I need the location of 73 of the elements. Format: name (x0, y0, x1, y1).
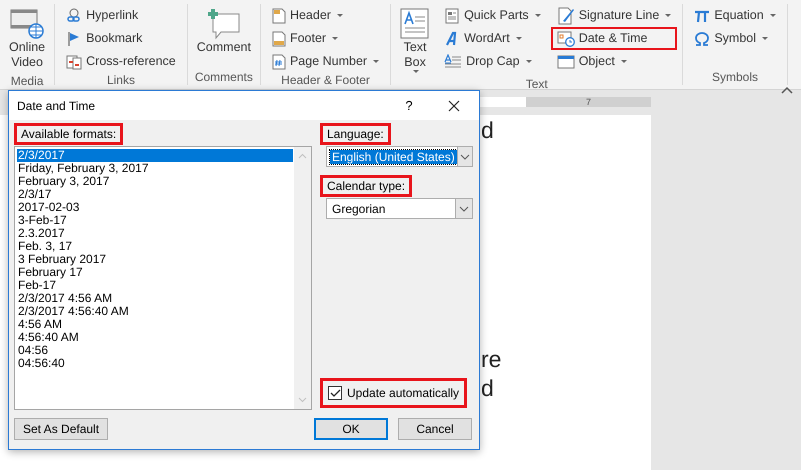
dialog-button[interactable]: Cancel (398, 418, 472, 440)
object-window-icon (556, 54, 575, 70)
list-item[interactable]: 3-Feb-17 (17, 214, 293, 227)
group-label: Text (524, 77, 549, 92)
list-item[interactable]: 2/3/2017 (17, 149, 293, 162)
ribbon-button[interactable]: Quick Parts (438, 4, 547, 27)
dialog-button[interactable]: Set As Default (14, 418, 108, 440)
field-label: Calendar type: (320, 175, 412, 197)
list-item[interactable]: 4:56 AM (17, 318, 293, 331)
field-label: Available formats: (14, 123, 124, 145)
cross-reference-icon (66, 54, 82, 70)
ribbon-button[interactable]: Hyperlink (60, 4, 182, 27)
text-box-icon (400, 8, 430, 40)
list-item[interactable]: 04:56:40 (17, 357, 293, 370)
group-label: Comments (194, 70, 254, 85)
hyperlink-icon (66, 8, 82, 24)
list-item[interactable]: February 3, 2017 (17, 175, 293, 188)
document-text: d (481, 116, 494, 145)
footer-page-icon (272, 30, 286, 46)
list-item[interactable]: 04:56 (17, 344, 293, 357)
list-item[interactable]: 2/3/2017 4:56:40 AM (17, 305, 293, 318)
ribbon-button[interactable]: Page Number (266, 50, 386, 73)
group-label: Media (10, 74, 44, 89)
document-text: re (481, 345, 502, 374)
list-item[interactable]: February 17 (17, 266, 293, 279)
ribbon-button[interactable]: WordArt (438, 27, 547, 50)
list-item[interactable]: 3 February 2017 (17, 253, 293, 266)
list-item[interactable]: Friday, February 3, 2017 (17, 162, 293, 175)
page-number-icon (272, 54, 286, 70)
list-item[interactable]: Feb. 3, 17 (17, 240, 293, 253)
list-item[interactable]: 2/3/2017 4:56 AM (17, 292, 293, 305)
ribbon-button[interactable]: Header (266, 4, 386, 27)
dialog-button[interactable]: OK (314, 418, 388, 440)
checkbox[interactable] (328, 386, 342, 400)
ribbon-button[interactable]: Bookmark (60, 27, 182, 50)
ribbon-button[interactable]: Cross-reference (60, 50, 182, 73)
checkbox-label[interactable]: Update automatically (347, 384, 460, 402)
list-item[interactable]: Feb-17 (17, 279, 293, 292)
group-label: Symbols (710, 70, 759, 85)
quick-parts-icon (444, 8, 460, 24)
help-button[interactable]: ? (389, 96, 429, 116)
ribbon-button[interactable]: Comment (192, 4, 255, 59)
omega-icon (694, 30, 710, 46)
signature-pen-icon (556, 6, 575, 24)
ribbon-button[interactable]: Date & Time (550, 27, 678, 50)
list-item[interactable]: 2/3/17 (17, 188, 293, 201)
document-text: d (481, 374, 494, 404)
ribbon-button[interactable]: Signature Line (550, 4, 678, 27)
comment-icon (206, 8, 241, 40)
dialog-title: Date and Time (17, 98, 96, 114)
select-field[interactable]: Gregorian (326, 198, 473, 219)
ribbon-button[interactable]: Online Video (5, 4, 50, 74)
group-label: Header & Footer (280, 73, 371, 88)
select-field[interactable]: English (United States) (326, 146, 473, 167)
group-label: Links (106, 73, 136, 88)
ribbon-button[interactable]: Symbol (688, 27, 782, 50)
formats-list[interactable] (14, 146, 312, 410)
ribbon-button[interactable]: Text Box (396, 4, 434, 77)
field-label: Language: (320, 123, 391, 145)
ruler: 7 (480, 97, 651, 107)
ribbon-button[interactable]: Equation (688, 4, 782, 27)
ribbon-button[interactable]: Footer (266, 27, 386, 50)
list-item[interactable]: 2.3.2017 (17, 227, 293, 240)
drop-cap-icon (444, 54, 462, 70)
ribbon-button[interactable]: Drop Cap (438, 50, 547, 73)
close-icon[interactable] (448, 100, 460, 112)
list-item[interactable]: 4:56:40 AM (17, 331, 293, 344)
check-icon (330, 388, 340, 398)
header-page-icon (272, 8, 286, 24)
ribbon-button[interactable]: Object (550, 50, 678, 73)
list-item[interactable]: 2017-02-03 (17, 201, 293, 214)
calendar-clock-icon (556, 30, 575, 46)
video-globe-icon (10, 8, 44, 40)
